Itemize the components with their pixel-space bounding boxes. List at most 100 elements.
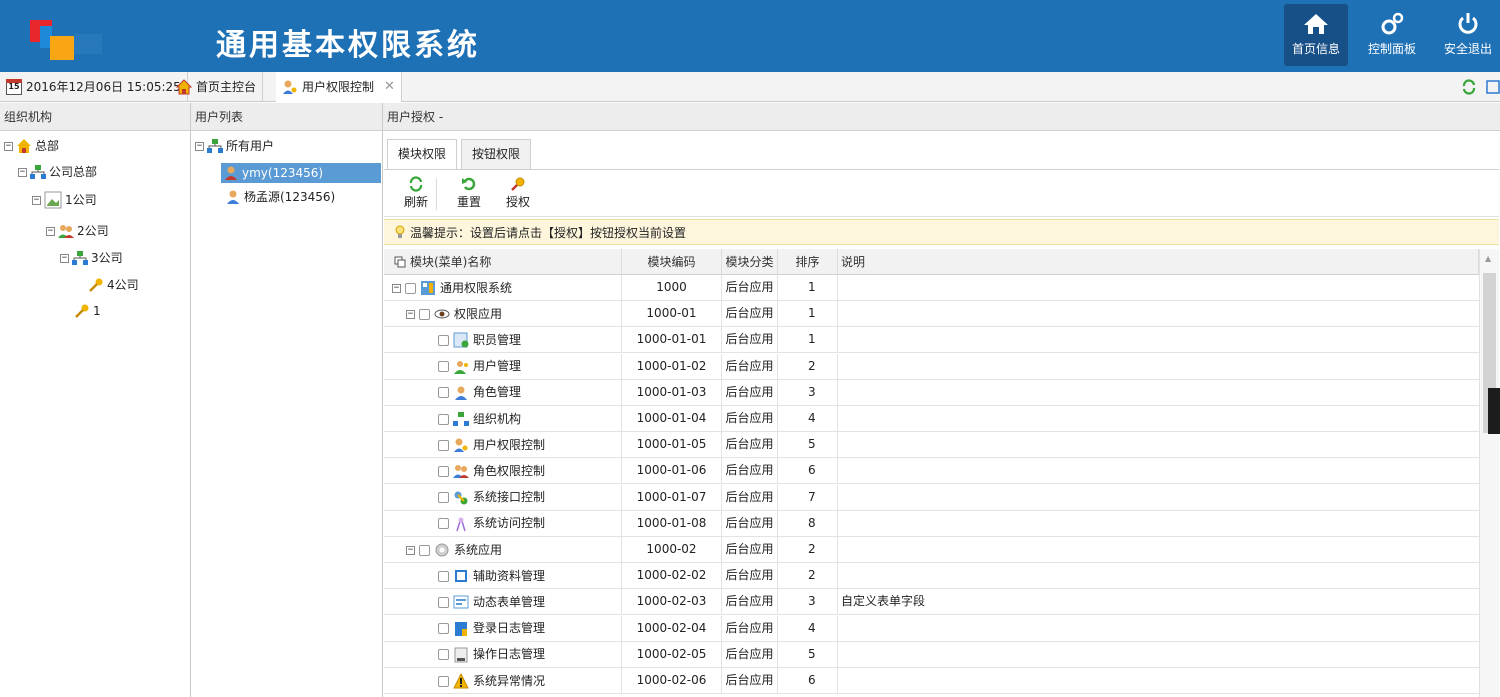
org-node[interactable]: − 1公司 xyxy=(32,189,97,211)
control-panel-button[interactable]: 控制面板 xyxy=(1360,4,1424,66)
lightbulb-icon xyxy=(395,225,405,238)
collapse-icon[interactable]: − xyxy=(406,309,415,319)
refresh-button[interactable]: 刷新 xyxy=(404,176,428,210)
table-row[interactable]: 用户管理 1000-01-02 后台应用 2 xyxy=(384,353,1479,380)
table-row[interactable]: 辅助资料管理 1000-02-02 后台应用 2 xyxy=(384,563,1479,590)
table-row[interactable]: 系统访问控制 1000-01-08 后台应用 8 xyxy=(384,510,1479,537)
row-checkbox[interactable] xyxy=(438,413,449,425)
col-header-order[interactable]: 排序 xyxy=(778,249,838,275)
collapse-icon[interactable]: − xyxy=(406,545,415,555)
row-checkbox[interactable] xyxy=(438,465,449,477)
collapse-icon[interactable]: − xyxy=(32,195,41,205)
row-checkbox[interactable] xyxy=(438,518,449,530)
reset-button[interactable]: 重置 xyxy=(457,176,481,210)
table-row[interactable]: 角色管理 1000-01-03 后台应用 3 xyxy=(384,379,1479,406)
collapse-icon[interactable]: − xyxy=(18,167,27,177)
row-checkbox[interactable] xyxy=(438,439,449,451)
row-checkbox[interactable] xyxy=(438,570,449,582)
scroll-up-icon[interactable]: ▲ xyxy=(1485,254,1491,263)
row-checkbox[interactable] xyxy=(419,544,430,556)
table-row[interactable]: 系统接口控制 1000-01-07 后台应用 7 xyxy=(384,484,1479,511)
collapse-icon[interactable]: − xyxy=(195,141,204,151)
module-category: 后台应用 xyxy=(722,432,778,459)
collapse-icon[interactable]: − xyxy=(46,226,55,236)
home-icon xyxy=(176,79,192,95)
row-checkbox[interactable] xyxy=(438,361,449,373)
authorize-button[interactable]: 授权 xyxy=(506,176,530,210)
grid-scrollbar[interactable]: ▲ xyxy=(1479,249,1499,697)
org-node[interactable]: − 公司总部 xyxy=(18,161,97,183)
table-row[interactable]: 动态表单管理 1000-02-03 后台应用 3 自定义表单字段 xyxy=(384,589,1479,616)
collapse-icon[interactable]: − xyxy=(4,141,13,151)
module-code: 1000-01-08 xyxy=(622,510,722,537)
module-code: 1000-01-07 xyxy=(622,484,722,511)
table-row[interactable]: 系统异常情况 1000-02-06 后台应用 6 xyxy=(384,668,1479,694)
col-header-name[interactable]: 模块(菜单)名称 xyxy=(384,249,622,275)
cell-name: 登录日志管理 xyxy=(384,615,622,642)
org-node-label: 3公司 xyxy=(91,251,123,265)
app-logo xyxy=(30,20,102,66)
row-checkbox[interactable] xyxy=(438,675,449,687)
module-order: 4 xyxy=(778,406,838,432)
side-widget[interactable] xyxy=(1488,388,1500,434)
table-row[interactable]: 角色权限控制 1000-01-06 后台应用 6 xyxy=(384,458,1479,485)
org-chart-icon xyxy=(207,139,223,153)
row-checkbox[interactable] xyxy=(438,334,449,346)
col-header-code[interactable]: 模块编码 xyxy=(622,249,722,275)
module-order: 6 xyxy=(778,458,838,485)
module-name: 角色权限控制 xyxy=(473,463,546,478)
table-row[interactable]: 组织机构 1000-01-04 后台应用 4 xyxy=(384,406,1479,432)
module-order: 4 xyxy=(778,615,838,642)
table-row[interactable]: − 通用权限系统 1000 后台应用 1 xyxy=(384,275,1479,301)
cell-name: 系统访问控制 xyxy=(384,510,622,537)
org-node[interactable]: 4公司 xyxy=(88,274,139,296)
logout-button[interactable]: 安全退出 xyxy=(1436,4,1500,66)
tab-user-permission[interactable]: 用户权限控制 ✕ xyxy=(276,72,402,102)
fullscreen-icon[interactable] xyxy=(1486,79,1500,95)
tab-button-permission[interactable]: 按钮权限 xyxy=(461,139,532,169)
row-checkbox[interactable] xyxy=(438,649,449,661)
org-node[interactable]: − 3公司 xyxy=(60,247,123,269)
module-code: 1000-01-01 xyxy=(622,327,722,354)
collapse-icon[interactable]: − xyxy=(60,253,69,263)
row-checkbox[interactable] xyxy=(419,308,430,320)
table-row[interactable]: 登录日志管理 1000-02-04 后台应用 4 xyxy=(384,615,1479,642)
table-row[interactable]: − 系统应用 1000-02 后台应用 2 xyxy=(384,537,1479,563)
interface-icon xyxy=(454,491,468,505)
org-node[interactable]: − 总部 xyxy=(4,135,59,157)
module-desc xyxy=(838,275,1479,301)
col-header-label: 模块(菜单)名称 xyxy=(410,255,492,269)
table-row[interactable]: − 权限应用 1000-01 后台应用 1 xyxy=(384,301,1479,328)
user-item[interactable]: 杨孟源(123456) xyxy=(225,186,335,208)
module-category: 后台应用 xyxy=(722,301,778,328)
col-header-desc[interactable]: 说明 xyxy=(838,249,1479,275)
user-item-ymy[interactable]: ymy(123456) xyxy=(221,163,382,183)
cell-name: − 权限应用 xyxy=(384,301,622,328)
col-header-category[interactable]: 模块分类 xyxy=(722,249,778,275)
row-checkbox[interactable] xyxy=(438,387,449,399)
tab-module-permission[interactable]: 模块权限 xyxy=(387,139,458,169)
table-row[interactable]: 职员管理 1000-01-01 后台应用 1 xyxy=(384,327,1479,354)
row-checkbox[interactable] xyxy=(438,623,449,635)
home-info-button[interactable]: 首页信息 xyxy=(1284,4,1348,66)
org-node[interactable]: 1 xyxy=(74,300,101,322)
table-row[interactable]: 用户权限控制 1000-01-05 后台应用 5 xyxy=(384,432,1479,459)
copy-icon xyxy=(394,256,406,268)
module-name: 权限应用 xyxy=(454,306,503,321)
module-code: 1000-01-04 xyxy=(622,406,722,432)
close-icon[interactable]: ✕ xyxy=(384,72,395,102)
org-node[interactable]: − 2公司 xyxy=(46,220,109,242)
collapse-icon[interactable]: − xyxy=(392,283,401,293)
tab-home-console[interactable]: 首页主控台 xyxy=(170,72,264,102)
users-group-icon xyxy=(58,225,74,238)
cell-name: 组织机构 xyxy=(384,406,622,432)
user-root-node[interactable]: − 所有用户 xyxy=(195,135,274,157)
refresh-icon[interactable] xyxy=(1461,79,1477,95)
home-info-label: 首页信息 xyxy=(1291,42,1340,56)
key-search-icon xyxy=(511,177,525,191)
table-row[interactable]: 操作日志管理 1000-02-05 后台应用 5 xyxy=(384,641,1479,668)
row-checkbox[interactable] xyxy=(438,492,449,504)
tab-label: 用户权限控制 xyxy=(302,80,375,94)
row-checkbox[interactable] xyxy=(438,596,449,608)
row-checkbox[interactable] xyxy=(405,282,416,294)
